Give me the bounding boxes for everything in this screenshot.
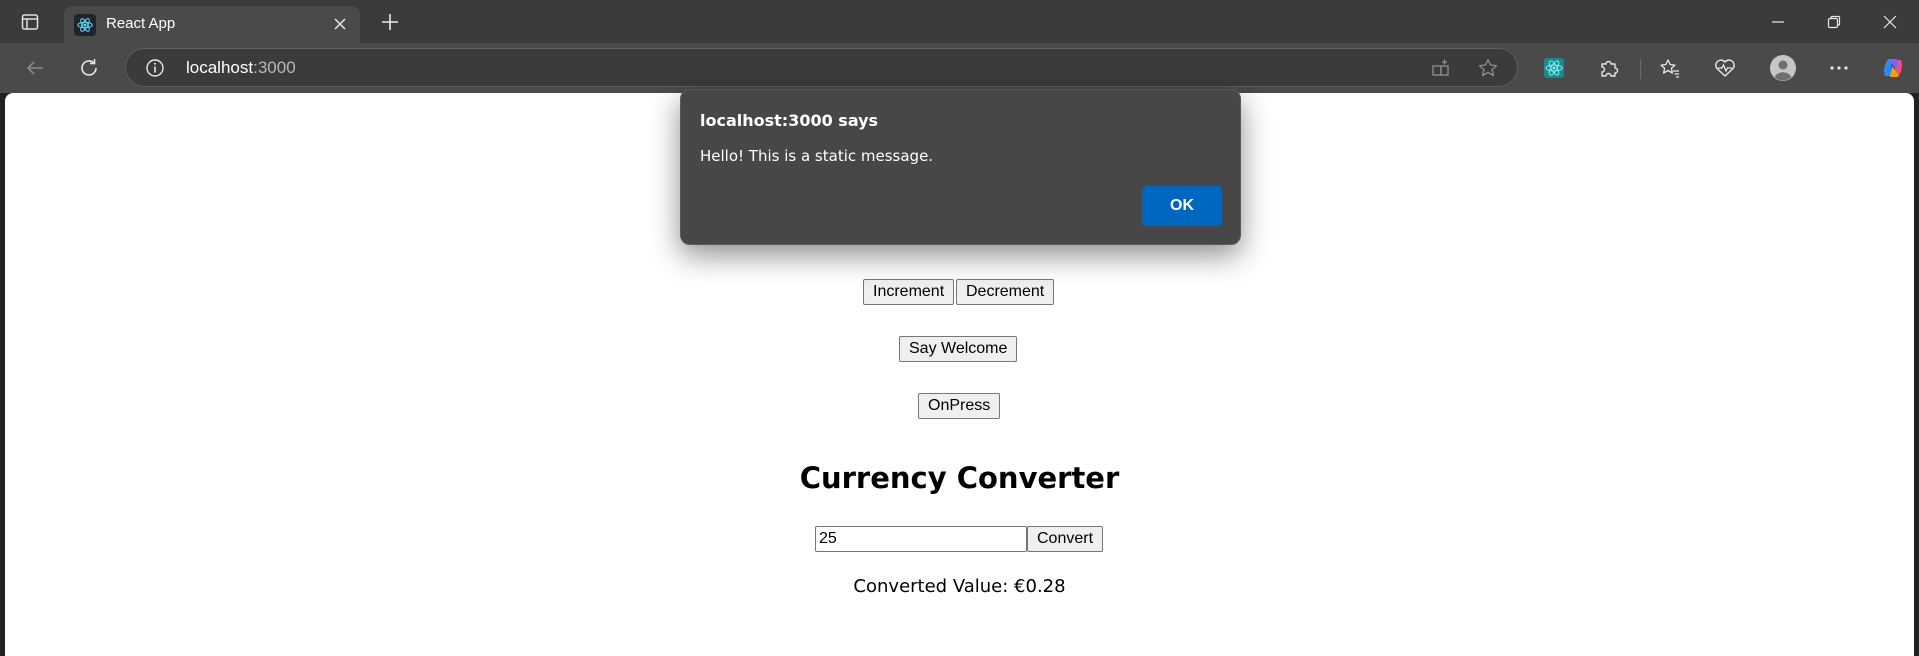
react-icon xyxy=(74,14,96,36)
favorites-icon[interactable] xyxy=(1651,50,1689,86)
minimize-icon[interactable] xyxy=(1750,0,1806,43)
tab-strip: React App xyxy=(0,0,1919,43)
currency-converter-heading: Currency Converter xyxy=(799,461,1120,495)
react-devtools-icon[interactable] xyxy=(1535,50,1573,86)
browser-toolbar: localhost:3000 xyxy=(0,43,1919,93)
tab-actions-icon[interactable] xyxy=(10,6,50,38)
heart-pulse-icon[interactable] xyxy=(1706,50,1744,86)
say-welcome-button[interactable]: Say Welcome xyxy=(899,336,1018,362)
converted-value-text: Converted Value: €0.28 xyxy=(853,576,1066,597)
info-icon[interactable] xyxy=(144,57,166,79)
more-icon[interactable] xyxy=(1820,50,1858,86)
increment-button[interactable]: Increment xyxy=(863,279,955,305)
restore-icon[interactable] xyxy=(1806,0,1862,43)
url-host: localhost xyxy=(186,58,254,77)
url-port: :3000 xyxy=(253,58,296,77)
plus-icon[interactable] xyxy=(372,6,408,38)
alert-dialog: localhost:3000 says Hello! This is a sta… xyxy=(680,89,1241,245)
close-window-icon[interactable] xyxy=(1862,0,1918,43)
ok-button[interactable]: OK xyxy=(1142,186,1222,226)
puzzle-icon[interactable] xyxy=(1590,50,1628,86)
onpress-button[interactable]: OnPress xyxy=(918,393,1001,419)
convert-button[interactable]: Convert xyxy=(1027,526,1104,552)
tab-title: React App xyxy=(106,15,176,32)
refresh-icon[interactable] xyxy=(70,50,108,86)
back-arrow-icon[interactable] xyxy=(16,50,54,86)
app-install-icon[interactable] xyxy=(1428,56,1454,80)
dialog-message: Hello! This is a static message. xyxy=(700,147,934,165)
copilot-icon[interactable] xyxy=(1874,50,1912,86)
close-tab-icon[interactable] xyxy=(328,12,352,36)
toolbar-separator xyxy=(1640,59,1641,79)
dialog-title: localhost:3000 says xyxy=(700,111,879,130)
address-bar[interactable]: localhost:3000 xyxy=(125,48,1518,87)
tab-react-app[interactable]: React App xyxy=(64,6,360,43)
amount-input[interactable] xyxy=(815,526,1027,552)
decrement-button[interactable]: Decrement xyxy=(956,279,1055,305)
profile-icon[interactable] xyxy=(1764,50,1802,86)
url-text: localhost:3000 xyxy=(186,58,296,78)
star-icon[interactable] xyxy=(1475,56,1501,80)
